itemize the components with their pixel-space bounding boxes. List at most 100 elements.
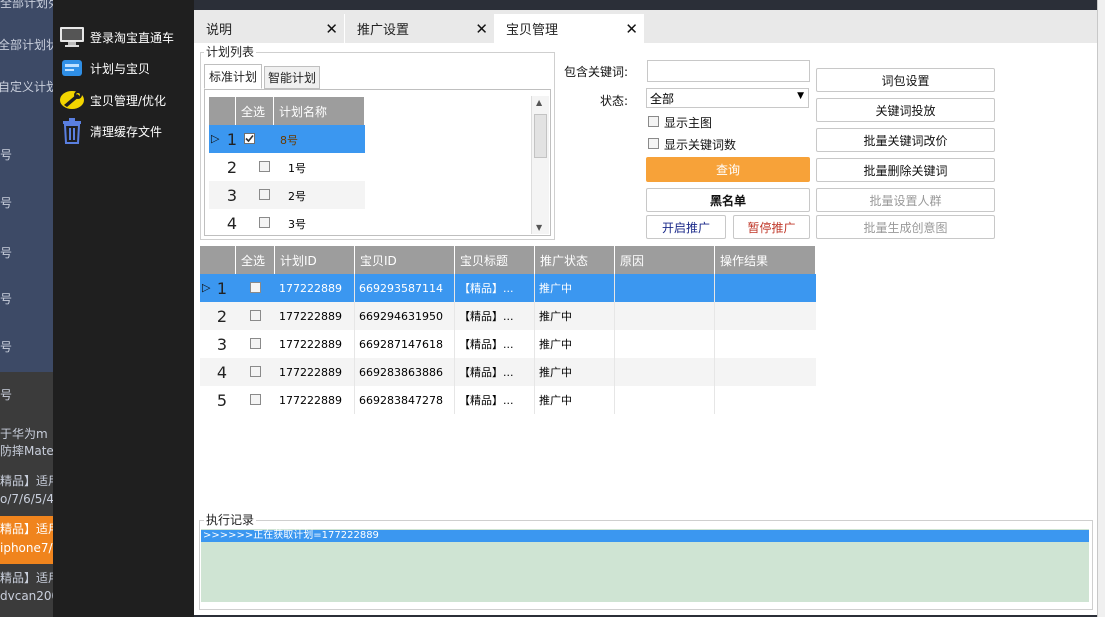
tab-label: 推广设置 — [357, 23, 410, 38]
status-cell: 推广中 — [535, 302, 615, 330]
strip-text: 全部计划列表 — [0, 0, 53, 10]
scroll-thumb[interactable] — [534, 114, 547, 158]
keyword-bid-button[interactable]: 关键词投放 — [816, 98, 995, 122]
query-button[interactable]: 查询 — [646, 157, 810, 182]
table-row[interactable]: 5 177222889 669283847278 【精品】... 推广中 — [200, 386, 816, 414]
strip-text: 精品】适用 — [0, 571, 53, 585]
start-promo-button[interactable]: 开启推广 — [646, 215, 726, 239]
plan-name: 3号 — [288, 218, 306, 231]
log-title: 执行记录 — [204, 511, 257, 528]
row-checkbox[interactable] — [250, 338, 261, 349]
close-icon[interactable]: ✕ — [475, 20, 488, 38]
result-cell — [715, 274, 815, 302]
close-icon[interactable]: ✕ — [325, 20, 338, 38]
monitor-icon — [59, 25, 85, 49]
items-header-select-all[interactable]: 全选 — [236, 246, 275, 274]
strip-text: 号 — [0, 340, 13, 354]
row-checkbox[interactable] — [250, 282, 261, 293]
row-checkbox[interactable] — [250, 310, 261, 321]
items-header-item-id: 宝贝ID — [355, 246, 455, 274]
plan-header-corner — [209, 97, 236, 125]
side-menu: 登录淘宝直通车 计划与宝贝 宝贝管理/优化 清理缓存文件 — [53, 0, 194, 617]
item-title-cell: 【精品】... — [455, 274, 535, 302]
tab-item-manage[interactable]: 宝贝管理 ✕ — [494, 14, 644, 43]
row-checkbox[interactable] — [250, 366, 261, 377]
blacklist-button[interactable]: 黑名单 — [646, 188, 810, 212]
menu-clear-cache[interactable]: 清理缓存文件 — [59, 117, 162, 145]
row-checkbox[interactable] — [259, 189, 270, 200]
pause-promo-button[interactable]: 暂停推广 — [733, 215, 810, 239]
row-checkbox[interactable] — [250, 394, 261, 405]
keyword-input[interactable] — [647, 60, 810, 82]
plan-id-cell: 177222889 — [275, 274, 355, 302]
log-area[interactable]: >>>>>>正在获取计划=177222889 — [201, 529, 1089, 602]
table-row[interactable]: 2 1号 — [209, 153, 365, 181]
plan-name: 8号 — [280, 134, 298, 147]
row-number: 4 — [216, 362, 228, 382]
item-title-cell: 【精品】... — [455, 302, 535, 330]
row-number: 5 — [216, 390, 228, 410]
plan-name: 2号 — [288, 190, 306, 203]
strip-text: 全部计划状态 — [0, 38, 53, 52]
plan-header-select-all[interactable]: 全选 — [236, 97, 274, 125]
log-line: >>>>>>正在获取计划=177222889 — [201, 530, 1089, 542]
menu-item-manage[interactable]: 宝贝管理/优化 — [59, 86, 166, 114]
plan-scrollbar[interactable]: ▲ ▼ — [531, 96, 549, 234]
batch-delete-button[interactable]: 批量删除关键词 — [816, 158, 995, 182]
tab-smart-plan[interactable]: 智能计划 — [264, 66, 320, 89]
status-select[interactable]: 全部 ▼ — [646, 88, 809, 108]
table-row[interactable]: 4 3号 — [209, 209, 365, 235]
row-checkbox[interactable] — [259, 217, 270, 228]
word-pack-button[interactable]: 词包设置 — [816, 68, 995, 92]
item-id-cell: 669293587114 — [355, 274, 455, 302]
strip-text: 号 — [0, 148, 13, 162]
status-cell: 推广中 — [535, 274, 615, 302]
row-number: 1 — [226, 129, 238, 149]
items-header-title: 宝贝标题 — [455, 246, 535, 274]
chevron-down-icon: ▼ — [797, 91, 804, 101]
plan-name: 1号 — [288, 162, 306, 175]
table-row[interactable]: 3 2号 — [209, 181, 365, 209]
table-row[interactable]: 3 177222889 669287147618 【精品】... 推广中 — [200, 330, 816, 358]
row-number: 3 — [226, 185, 238, 205]
item-id-cell: 669283847278 — [355, 386, 455, 414]
close-icon[interactable]: ✕ — [625, 20, 638, 38]
items-header-corner — [200, 246, 236, 274]
right-edge — [1097, 0, 1105, 617]
background-window-strip: 全部计划列表 全部计划状态 自定义计划 号 号 号 号 号 号 于华为m 防摔M… — [0, 0, 53, 617]
scroll-up-icon[interactable]: ▲ — [536, 98, 542, 107]
status-cell: 推广中 — [535, 330, 615, 358]
reason-cell — [615, 274, 715, 302]
strip-text: 自定义计划 — [0, 80, 53, 94]
table-row[interactable]: ▷ 1 8号 — [209, 125, 365, 153]
strip-text: iphone7/8 — [0, 541, 53, 555]
row-checkbox[interactable] — [244, 133, 255, 144]
scroll-down-icon[interactable]: ▼ — [536, 223, 542, 232]
result-cell — [715, 330, 815, 358]
show-keyword-count-label: 显示关键词数 — [664, 138, 737, 152]
strip-text: 号 — [0, 246, 13, 260]
tab-bar: 说明 ✕ 推广设置 ✕ 宝贝管理 ✕ — [194, 10, 1097, 43]
status-cell: 推广中 — [535, 386, 615, 414]
tab-promo-settings[interactable]: 推广设置 ✕ — [344, 14, 494, 43]
main-panel: 说明 ✕ 推广设置 ✕ 宝贝管理 ✕ 计划列表 标准计划 智能计划 全选 计划名… — [194, 10, 1097, 615]
row-checkbox[interactable] — [259, 161, 270, 172]
table-row[interactable]: 4 177222889 669283863886 【精品】... 推广中 — [200, 358, 816, 386]
batch-crowd-button[interactable]: 批量设置人群 — [816, 188, 995, 212]
table-row[interactable]: ▷ 1 177222889 669293587114 【精品】... 推广中 — [200, 274, 816, 302]
batch-price-button[interactable]: 批量关键词改价 — [816, 128, 995, 152]
show-keyword-count-checkbox[interactable] — [648, 138, 659, 149]
item-id-cell: 669294631950 — [355, 302, 455, 330]
menu-login-taobao[interactable]: 登录淘宝直通车 — [59, 23, 174, 51]
batch-creative-button[interactable]: 批量生成创意图 — [816, 215, 995, 239]
tab-standard-plan[interactable]: 标准计划 — [204, 64, 262, 89]
menu-plans-items[interactable]: 计划与宝贝 — [59, 54, 150, 82]
wrench-icon — [59, 88, 85, 112]
keyword-label: 包含关键词: — [564, 65, 629, 79]
show-main-image-checkbox[interactable] — [648, 116, 659, 127]
row-number: 2 — [226, 157, 238, 177]
tab-instructions[interactable]: 说明 ✕ — [194, 14, 344, 43]
table-row[interactable]: 2 177222889 669294631950 【精品】... 推广中 — [200, 302, 816, 330]
reason-cell — [615, 358, 715, 386]
strip-text: 于华为m — [0, 427, 48, 441]
